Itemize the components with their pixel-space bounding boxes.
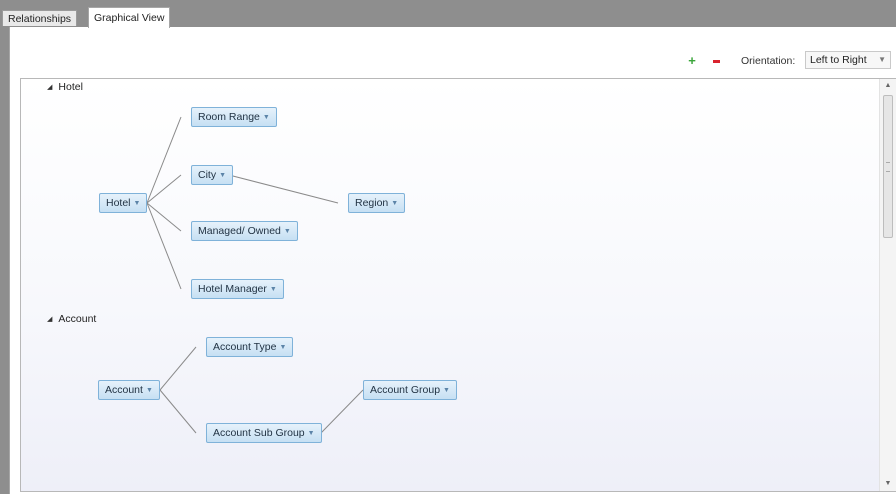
grip-icon <box>886 162 890 172</box>
edge-city-region <box>228 174 339 204</box>
node-account-sub-group[interactable]: Account Sub Group ▼ <box>206 423 322 443</box>
scrollbar-thumb[interactable] <box>883 95 893 238</box>
collapse-triangle-icon: ◢ <box>47 84 53 91</box>
tab-label: Relationships <box>8 13 72 25</box>
collapse-triangle-icon: ◢ <box>47 316 53 323</box>
section-title: Hotel <box>58 81 83 93</box>
orientation-label: Orientation: <box>741 55 796 67</box>
node-label: Account Type <box>213 341 277 353</box>
node-room-range[interactable]: Room Range ▼ <box>191 107 277 127</box>
tab-relationships[interactable]: Relationships <box>2 10 78 26</box>
section-title: Account <box>58 313 97 325</box>
edge-account-sub-group-account-group <box>320 389 364 434</box>
node-hotel-manager[interactable]: Hotel Manager ▼ <box>191 279 284 299</box>
node-label: Account <box>105 384 143 396</box>
node-hotel[interactable]: Hotel ▼ <box>99 193 148 213</box>
node-managed-owned[interactable]: Managed/ Owned ▼ <box>191 221 298 241</box>
dropdown-arrow-icon: ▼ <box>279 344 287 351</box>
node-account-type[interactable]: Account Type ▼ <box>206 337 294 357</box>
orientation-value: Left to Right <box>810 54 867 66</box>
edge-account-account-sub-group <box>159 389 197 434</box>
chevron-down-icon: ▼ <box>878 55 886 64</box>
dropdown-arrow-icon: ▼ <box>443 387 450 394</box>
vertical-scrollbar[interactable]: ▲ ▼ <box>879 79 896 491</box>
dropdown-arrow-icon: ▼ <box>262 114 270 121</box>
dropdown-arrow-icon: ▼ <box>145 387 153 394</box>
graphical-view-panel: + Orientation: Left to Right ▼ ◢ Hotel H… <box>9 27 896 494</box>
dropdown-arrow-icon: ▼ <box>133 200 141 207</box>
scroll-up-arrow-icon[interactable]: ▲ <box>880 79 896 93</box>
node-city[interactable]: City ▼ <box>191 165 234 185</box>
node-label: Hotel <box>106 197 131 209</box>
edge-hotel-hotel-manager <box>146 202 182 290</box>
node-label: Room Range <box>198 111 260 123</box>
node-account-group[interactable]: Account Group ▼ <box>363 380 457 400</box>
section-header-account[interactable]: ◢ Account <box>47 312 96 328</box>
minus-icon[interactable] <box>711 55 723 67</box>
node-account[interactable]: Account ▼ <box>98 380 160 400</box>
node-label: City <box>198 169 217 181</box>
dropdown-arrow-icon: ▼ <box>283 228 291 235</box>
graph-canvas: ◢ Hotel Hotel ▼ Room Range ▼ City ▼ Managed/… <box>20 78 896 492</box>
node-label: Managed/ Owned <box>198 225 281 237</box>
toolbar: + Orientation: Left to Right ▼ <box>10 27 896 79</box>
node-label: Account Group <box>370 384 441 396</box>
tab-graphical-view[interactable]: Graphical View <box>88 7 171 28</box>
dropdown-arrow-icon: ▼ <box>307 430 315 437</box>
graph-edges <box>146 116 364 434</box>
node-region[interactable]: Region ▼ <box>348 193 406 213</box>
section-header-hotel[interactable]: ◢ Hotel <box>47 80 83 96</box>
plus-icon[interactable]: + <box>686 54 698 67</box>
dropdown-arrow-icon: ▼ <box>269 286 277 293</box>
dropdown-arrow-icon: ▼ <box>391 200 399 207</box>
node-label: Region <box>355 197 389 209</box>
orientation-dropdown[interactable]: Left to Right ▼ <box>805 51 891 69</box>
tab-strip: Relationships Graphical View <box>0 0 896 28</box>
node-label: Hotel Manager <box>198 283 267 295</box>
edge-hotel-room-range <box>146 116 182 204</box>
scroll-down-arrow-icon[interactable]: ▼ <box>880 477 896 491</box>
dropdown-arrow-icon: ▼ <box>219 172 227 179</box>
edge-account-account-type <box>159 346 197 391</box>
tab-label: Graphical View <box>94 12 165 24</box>
node-label: Account Sub Group <box>213 427 305 439</box>
